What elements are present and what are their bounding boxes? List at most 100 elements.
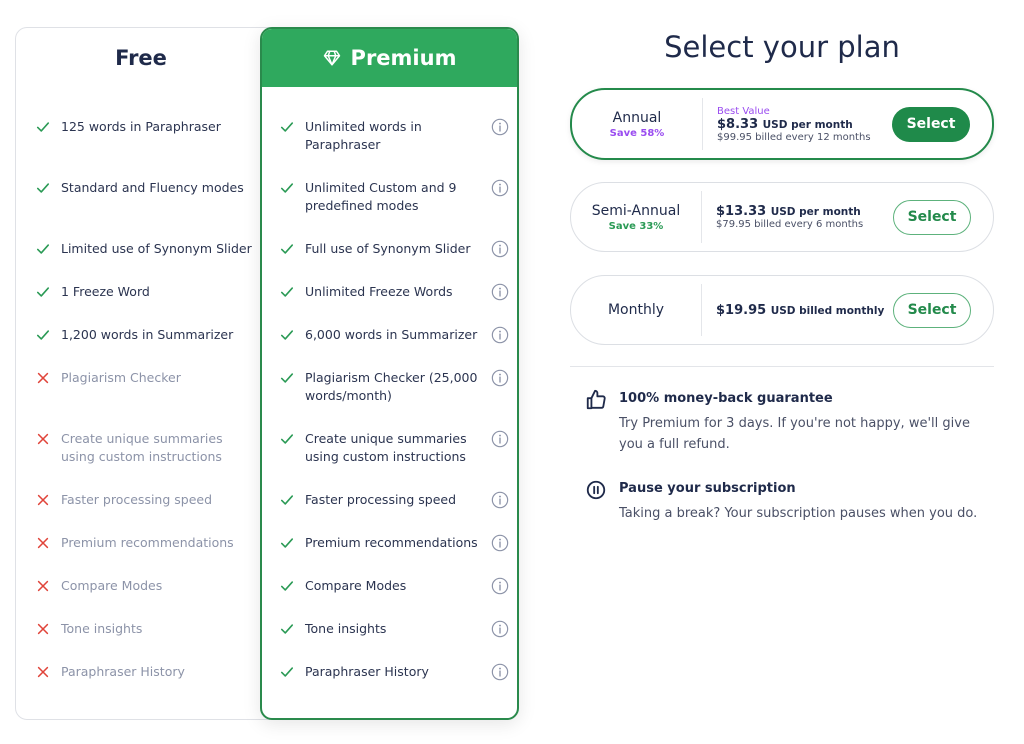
feature-label: Paraphraser History xyxy=(305,664,429,679)
cross-icon xyxy=(35,430,51,448)
info-icon[interactable] xyxy=(491,179,509,197)
check-icon xyxy=(279,577,295,595)
feature-item: Tone insights xyxy=(279,620,509,638)
feature-item: Plagiarism Checker xyxy=(35,369,256,387)
feature-item: 1,200 words in Summarizer xyxy=(35,326,256,344)
cross-icon xyxy=(35,491,51,509)
feature-label: 1,200 words in Summarizer xyxy=(61,327,234,342)
plan-name: Monthly xyxy=(607,302,665,318)
check-icon xyxy=(279,283,295,301)
feature-label: Create unique summaries using custom ins… xyxy=(61,431,223,464)
check-icon xyxy=(279,326,295,344)
feature-label: Faster processing speed xyxy=(61,492,213,507)
premium-plan-title: Premium xyxy=(350,46,457,70)
info-icon[interactable] xyxy=(491,534,509,552)
feature-item: Create unique summaries using custom ins… xyxy=(279,430,509,466)
pause-body: Taking a break? Your subscription pauses… xyxy=(619,506,978,521)
cross-icon xyxy=(35,620,51,638)
feature-label: Full use of Synonym Slider xyxy=(305,241,471,256)
best-value-badge: Best Value xyxy=(717,105,770,117)
diamond-icon xyxy=(323,50,340,66)
feature-label: 1 Freeze Word xyxy=(61,284,150,299)
feature-label: Unlimited words in Paraphraser xyxy=(305,119,422,152)
check-icon xyxy=(35,240,51,258)
plan-savings: Save 33% xyxy=(608,220,664,232)
cross-icon xyxy=(35,369,51,387)
feature-label: Compare Modes xyxy=(305,578,407,593)
info-icon[interactable] xyxy=(491,430,509,448)
check-icon xyxy=(279,118,295,136)
plan-billing-note: $99.95 billed every 12 months xyxy=(717,131,871,143)
feature-item: Premium recommendations xyxy=(279,534,509,552)
feature-item: 125 words in Paraphraser xyxy=(35,118,256,136)
select-button[interactable]: Select xyxy=(893,199,971,235)
feature-label: Premium recommendations xyxy=(61,535,234,550)
feature-label: Unlimited Custom and 9 predefined modes xyxy=(305,180,457,213)
plan-name: Semi-Annual xyxy=(591,202,681,219)
free-plan-title: Free xyxy=(115,46,167,70)
plan-term: Monthly xyxy=(571,302,701,318)
info-icon[interactable] xyxy=(491,240,509,258)
plan-price: $8.33 xyxy=(717,116,759,132)
pause-icon xyxy=(586,480,606,500)
feature-label: 125 words in Paraphraser xyxy=(61,119,221,134)
info-icon[interactable] xyxy=(491,620,509,638)
feature-label: Premium recommendations xyxy=(305,535,478,550)
select-button[interactable]: Select xyxy=(893,292,971,328)
free-plan-card: Free 125 words in Paraphraser Standard an… xyxy=(15,27,285,720)
divider xyxy=(570,366,994,367)
check-icon xyxy=(279,430,295,448)
feature-label: Tone insights xyxy=(61,621,143,636)
info-icon[interactable] xyxy=(491,577,509,595)
plan-price: $13.33 xyxy=(716,204,767,219)
feature-item: Compare Modes xyxy=(279,577,509,595)
plan-pricing: Best Value $8.33 USD per month $99.95 bill… xyxy=(703,106,892,143)
check-icon xyxy=(35,179,51,197)
plan-option-semi-annual[interactable]: Semi-Annual Save 33% $13.33 USD per month $… xyxy=(570,182,994,252)
feature-label: Unlimited Freeze Words xyxy=(305,284,453,299)
plan-price: $19.95 xyxy=(716,302,767,318)
check-icon xyxy=(279,534,295,552)
feature-item: Plagiarism Checker (25,000 words/month) xyxy=(279,369,509,405)
feature-item: Full use of Synonym Slider xyxy=(279,240,509,258)
plan-billing-note: $79.95 billed every 6 months xyxy=(716,219,864,230)
feature-label: Limited use of Synonym Slider xyxy=(61,241,252,256)
cross-icon xyxy=(35,663,51,681)
feature-label: Create unique summaries using custom ins… xyxy=(305,431,467,464)
info-icon[interactable] xyxy=(491,491,509,509)
info-icon[interactable] xyxy=(491,663,509,681)
guarantee-body: Try Premium for 3 days. If you're not ha… xyxy=(619,416,970,452)
feature-item: 6,000 words in Summarizer xyxy=(279,326,509,344)
feature-item: Standard and Fluency modes xyxy=(35,179,256,197)
plan-price-unit: USD billed monthly xyxy=(770,304,885,317)
pause-subscription: Pause your subscription Taking a break? … xyxy=(585,479,985,524)
feature-label: Plagiarism Checker (25,000 words/month) xyxy=(305,370,478,403)
check-icon xyxy=(279,663,295,681)
page-title: Select your plan xyxy=(664,30,900,64)
plan-savings: Save 58% xyxy=(609,127,665,139)
feature-item: Faster processing speed xyxy=(35,491,256,509)
plan-option-annual[interactable]: Annual Save 58% Best Value $8.33 USD per mo… xyxy=(570,88,994,160)
check-icon xyxy=(279,240,295,258)
feature-item: 1 Freeze Word xyxy=(35,283,256,301)
cross-icon xyxy=(35,534,51,552)
info-icon[interactable] xyxy=(491,283,509,301)
feature-item: Faster processing speed xyxy=(279,491,509,509)
premium-plan-header: Premium xyxy=(262,29,517,87)
check-icon xyxy=(35,283,51,301)
select-button[interactable]: Select xyxy=(892,106,970,142)
info-icon[interactable] xyxy=(491,369,509,387)
feature-item: Unlimited words in Paraphraser xyxy=(279,118,509,154)
info-icon[interactable] xyxy=(491,326,509,344)
plan-name: Annual xyxy=(612,109,662,126)
feature-item: Limited use of Synonym Slider xyxy=(35,240,256,258)
check-icon xyxy=(279,179,295,197)
info-icon[interactable] xyxy=(491,118,509,136)
plan-pricing: $13.33 USD per month $79.95 billed every … xyxy=(702,204,893,230)
check-icon xyxy=(279,491,295,509)
feature-item: Create unique summaries using custom ins… xyxy=(35,430,256,466)
plan-term: Semi-Annual Save 33% xyxy=(571,203,701,232)
thumbs-up-icon xyxy=(586,389,606,410)
plan-option-monthly[interactable]: Monthly $19.95 USD billed monthly Select xyxy=(570,275,994,345)
guarantee-title: 100% money-back guarantee xyxy=(619,391,833,406)
